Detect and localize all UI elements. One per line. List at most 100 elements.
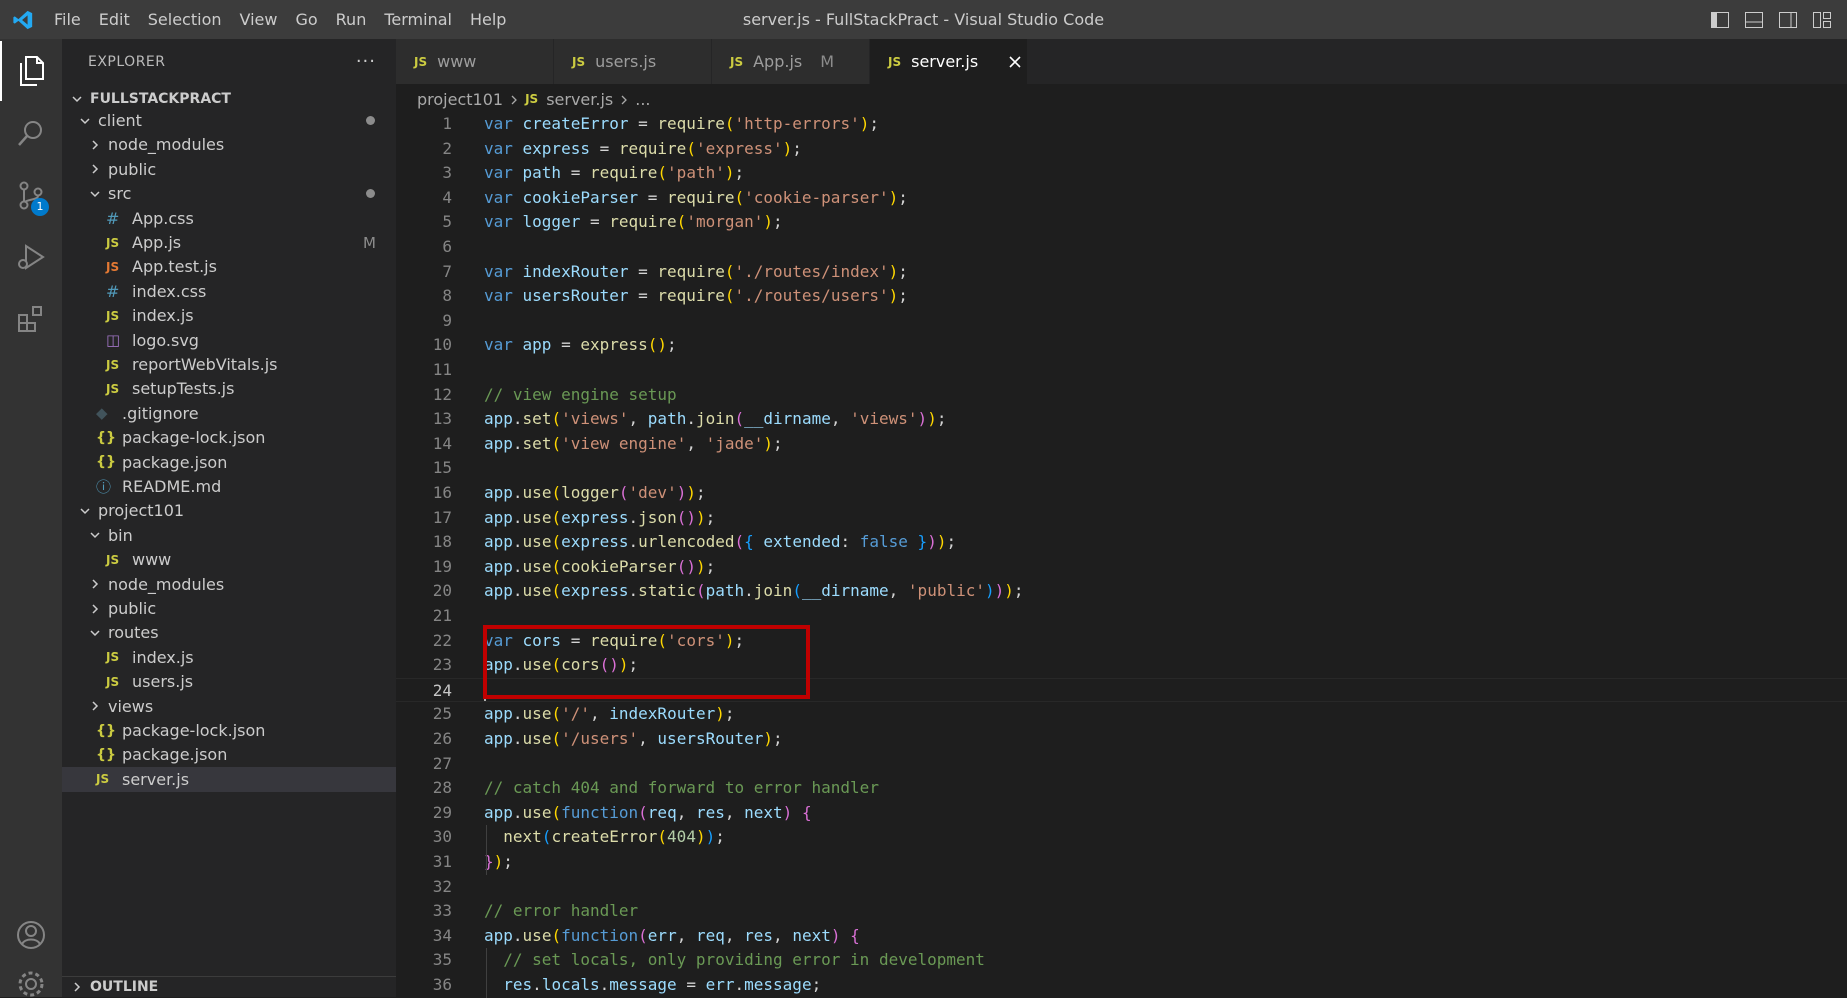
code-text: app.use('/users', usersRouter); xyxy=(484,729,783,748)
toggle-primary-sidebar-icon[interactable] xyxy=(1709,9,1731,31)
extensions-icon[interactable] xyxy=(0,289,62,349)
tree-file[interactable]: {} package.json xyxy=(62,743,396,767)
tree-file[interactable]: {} package.json xyxy=(62,450,396,474)
js-file-icon: JS xyxy=(106,308,120,323)
tree-file[interactable]: JS reportWebVitals.js xyxy=(62,352,396,376)
tree-file[interactable]: # App.css xyxy=(62,206,396,230)
tree-item-label: logo.svg xyxy=(132,330,199,350)
line-number: 21 xyxy=(432,606,452,625)
tree-file[interactable]: {} package-lock.json xyxy=(62,426,396,450)
code-line: 2 var express = require('express'); xyxy=(396,137,1847,162)
title-bar: File Edit Selection View Go Run Terminal Help s… xyxy=(0,0,1847,39)
code-text: app.set('views', path.join(__dirname, 'v… xyxy=(484,409,947,429)
tree-folder[interactable]: project101 xyxy=(62,499,396,523)
tree-folder[interactable]: views xyxy=(62,694,396,718)
run-and-debug-icon[interactable] xyxy=(0,227,62,287)
tree-file[interactable]: ◫ logo.svg xyxy=(62,328,396,352)
code-text: // catch 404 and forward to error handle… xyxy=(484,778,879,798)
chevron-right-icon xyxy=(86,136,104,154)
line-number: 9 xyxy=(442,310,452,330)
tree-folder[interactable]: src xyxy=(62,182,396,206)
tree-folder[interactable]: node_modules xyxy=(62,133,396,157)
code-text: app.use(function(req, res, next) { xyxy=(484,802,812,822)
tree-file[interactable]: JS App.js M xyxy=(62,230,396,254)
search-icon[interactable] xyxy=(0,103,62,163)
code-text: var indexRouter = require('./routes/inde… xyxy=(484,261,908,281)
line-number: 32 xyxy=(432,876,452,896)
activity-bar: 1 xyxy=(0,39,62,997)
code-text: }); xyxy=(484,852,513,871)
code-text: var app = express(); xyxy=(484,335,677,355)
accounts-icon[interactable] xyxy=(0,905,62,965)
chevron-right-icon xyxy=(509,90,519,109)
tab-server-js[interactable]: JS server.js xyxy=(870,39,1028,84)
tree-file[interactable]: JS www xyxy=(62,548,396,572)
toggle-panel-icon[interactable] xyxy=(1743,9,1765,31)
close-icon[interactable] xyxy=(1008,53,1022,71)
tree-folder[interactable]: client xyxy=(62,108,396,132)
tab-app-js[interactable]: JS App.js M xyxy=(712,39,870,84)
chevron-right-icon xyxy=(86,160,104,178)
tree-folder[interactable]: routes xyxy=(62,621,396,645)
line-number: 14 xyxy=(432,433,452,453)
tree-file[interactable]: JS users.js xyxy=(62,670,396,694)
outline-header[interactable]: OUTLINE xyxy=(62,977,396,997)
code-line: 26 app.use('/users', usersRouter); xyxy=(396,727,1847,752)
line-number: 29 xyxy=(432,802,452,822)
manage-gear-icon[interactable] xyxy=(0,969,62,997)
code-editor[interactable]: 1 var createError = require('http-errors'… xyxy=(396,114,1847,998)
tree-file[interactable]: JS index.js xyxy=(62,645,396,669)
layout-controls xyxy=(1709,0,1833,39)
explorer-icon[interactable] xyxy=(0,41,62,101)
tree-item-label: www xyxy=(132,550,172,570)
code-line: 34 app.use(function(err, req, res, next) … xyxy=(396,924,1847,949)
tab-users-js[interactable]: JS users.js xyxy=(554,39,712,84)
chevron-right-icon xyxy=(86,697,104,715)
breadcrumb-symbol[interactable]: ... xyxy=(635,90,650,109)
tab-www[interactable]: JS www xyxy=(396,39,554,84)
breadcrumb-file[interactable]: server.js xyxy=(546,90,613,109)
outline-section[interactable]: OUTLINE xyxy=(62,976,396,998)
tree-file[interactable]: JS index.js xyxy=(62,304,396,328)
tree-folder[interactable]: node_modules xyxy=(62,572,396,596)
more-actions-icon[interactable]: ··· xyxy=(356,51,376,72)
tree-item-label: routes xyxy=(108,623,159,643)
tree-folder[interactable]: public xyxy=(62,157,396,181)
tree-item-label: App.test.js xyxy=(132,257,217,277)
customize-layout-icon[interactable] xyxy=(1811,9,1833,31)
source-control-icon[interactable]: 1 xyxy=(0,165,62,225)
tree-folder[interactable]: public xyxy=(62,596,396,620)
menu-item-go[interactable]: Go xyxy=(286,0,326,39)
tree-file[interactable]: {} package-lock.json xyxy=(62,718,396,742)
js-file-icon: JS xyxy=(106,552,120,567)
menu-item-selection[interactable]: Selection xyxy=(139,0,231,39)
menu-item-run[interactable]: Run xyxy=(327,0,376,39)
tree-file[interactable]: ⓘ README.md xyxy=(62,474,396,498)
toggle-secondary-sidebar-icon[interactable] xyxy=(1777,9,1799,31)
menu-item-terminal[interactable]: Terminal xyxy=(375,0,461,39)
tree-item-label: index.css xyxy=(132,281,207,301)
line-number: 27 xyxy=(432,753,452,773)
code-text: // set locals, only providing error in d… xyxy=(503,950,985,970)
tree-item-label: App.js xyxy=(132,233,182,253)
tree-file[interactable]: JS setupTests.js xyxy=(62,377,396,401)
line-number: 2 xyxy=(442,138,452,158)
code-text: app.use('/', indexRouter); xyxy=(484,704,735,724)
tree-folder[interactable]: bin xyxy=(62,523,396,547)
code-line: 9 xyxy=(396,309,1847,334)
tree-file[interactable]: JS server.js xyxy=(62,767,396,792)
tree-item-label: package-lock.json xyxy=(122,721,266,741)
tree-file[interactable]: ◆ .gitignore xyxy=(62,401,396,425)
line-number: 20 xyxy=(432,581,452,601)
code-text: app.use(cookieParser()); xyxy=(484,556,716,576)
menu-item-file[interactable]: File xyxy=(45,0,90,39)
menu-item-help[interactable]: Help xyxy=(461,0,515,39)
menu-item-edit[interactable]: Edit xyxy=(90,0,139,39)
tree-file[interactable]: JS App.test.js xyxy=(62,255,396,279)
breadcrumb-folder[interactable]: project101 xyxy=(417,90,503,109)
tree-item-label: project101 xyxy=(98,501,185,521)
tree-item-label: public xyxy=(108,159,157,179)
menu-item-view[interactable]: View xyxy=(231,0,287,39)
tree-file[interactable]: # index.css xyxy=(62,279,396,303)
line-number: 10 xyxy=(432,335,452,355)
